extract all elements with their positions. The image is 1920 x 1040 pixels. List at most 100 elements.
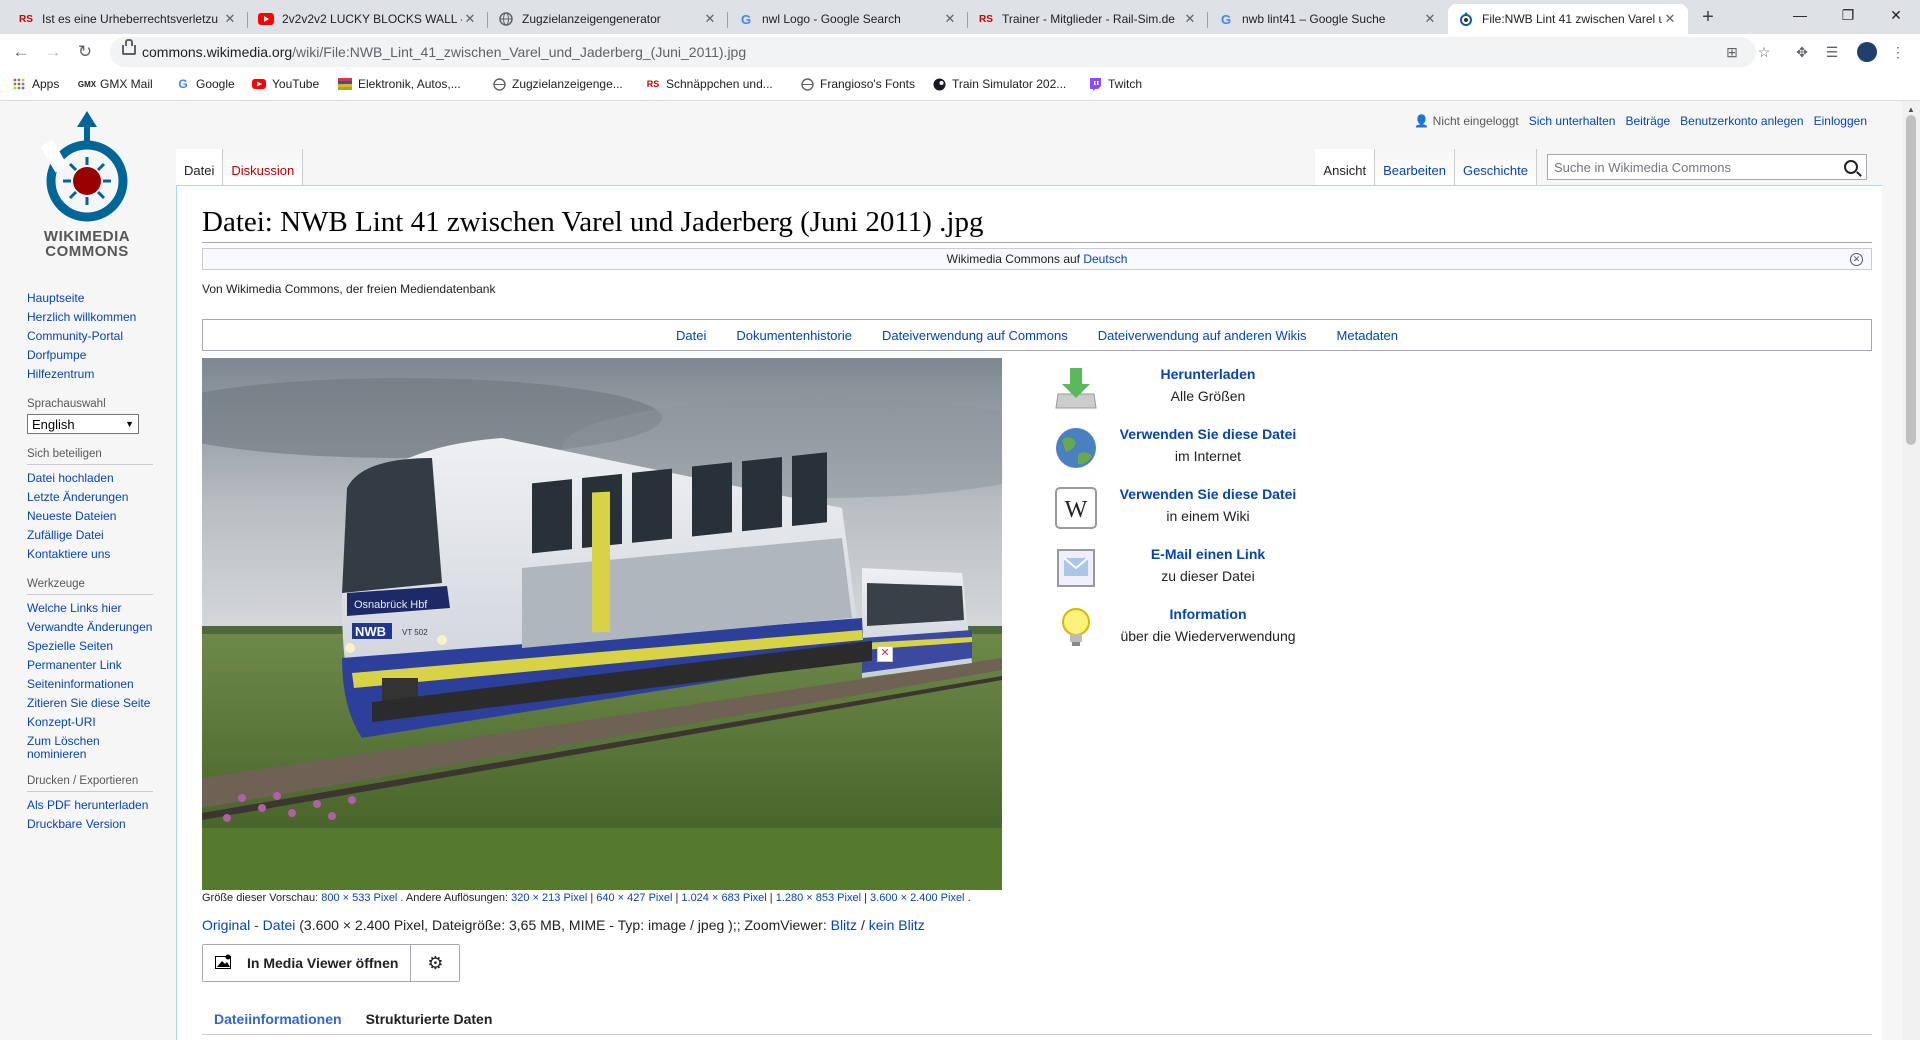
scroll-up-arrow-icon[interactable]: ▲ xyxy=(1907,105,1915,114)
sidebar-item-permanent-link[interactable]: Permanenter Link xyxy=(27,656,157,675)
close-tab-icon[interactable]: ✕ xyxy=(1182,11,1198,27)
file-preview-image[interactable]: Osnabrück Hbf NWB VT 502 xyxy=(202,358,1002,890)
sidebar-item-random-file[interactable]: Zufällige Datei xyxy=(27,526,157,545)
close-tab-icon[interactable]: ✕ xyxy=(1422,11,1438,27)
bookmark-apps[interactable]: Apps xyxy=(12,77,59,91)
sidebar-item-willkommen[interactable]: Herzlich willkommen xyxy=(27,308,157,327)
forward-arrow-icon[interactable]: → xyxy=(41,40,65,64)
toc-usage-commons[interactable]: Dateiverwendung auf Commons xyxy=(882,328,1068,343)
browser-tab[interactable]: G nwl Logo - Google Search ✕ xyxy=(728,4,968,34)
tab-discussion[interactable]: Diskussion xyxy=(223,149,304,185)
language-select[interactable]: English ▼ xyxy=(27,414,139,434)
profile-avatar[interactable] xyxy=(1857,42,1877,62)
search-icon[interactable] xyxy=(1844,160,1858,174)
wikimedia-commons-logo[interactable]: WIKIMEDIA COMMONS xyxy=(27,107,157,267)
browser-tab[interactable]: RS Ist es eine Urheberrechtsverletzu ✕ xyxy=(8,4,248,34)
sidebar-item-whatlinkshere[interactable]: Welche Links hier xyxy=(27,599,157,618)
bookmark-train-simulator[interactable]: Train Simulator 202... xyxy=(932,77,1066,91)
create-account-link[interactable]: Benutzerkonto anlegen xyxy=(1680,114,1803,128)
resolution-link-1024[interactable]: 1.024 × 683 Pixel xyxy=(681,892,766,904)
talk-link[interactable]: Sich unterhalten xyxy=(1529,114,1616,128)
action-use-web[interactable]: Verwenden Sie diese Datei im Internet xyxy=(1052,418,1332,478)
tab-edit[interactable]: Bearbeiten xyxy=(1375,149,1455,185)
bookmark-youtube[interactable]: YouTube xyxy=(252,77,319,91)
close-tab-icon[interactable]: ✕ xyxy=(1662,11,1678,27)
reload-icon[interactable]: ↻ xyxy=(73,40,97,64)
action-reuse-info[interactable]: Information über die Wiederverwendung xyxy=(1052,598,1332,658)
sidebar-item-hauptseite[interactable]: Hauptseite xyxy=(27,289,157,308)
sidebar-item-community-portal[interactable]: Community-Portal xyxy=(27,327,157,346)
toc-usage-other[interactable]: Dateiverwendung auf anderen Wikis xyxy=(1098,328,1307,343)
login-link[interactable]: Einloggen xyxy=(1814,114,1867,128)
extensions-puzzle-icon[interactable]: ✥ xyxy=(1792,42,1812,62)
open-media-viewer-button[interactable]: In Media Viewer öffnen xyxy=(203,945,412,981)
sidebar-item-concept-uri[interactable]: Konzept-URI xyxy=(27,713,157,732)
toc-file[interactable]: Datei xyxy=(676,328,706,343)
tab-structured-data[interactable]: Strukturierte Daten xyxy=(354,1004,505,1034)
tab-view[interactable]: Ansicht xyxy=(1315,149,1376,185)
contributions-link[interactable]: Beiträge xyxy=(1625,114,1670,128)
minimize-icon[interactable]: — xyxy=(1776,0,1824,30)
resolution-link-320[interactable]: 320 × 213 Pixel xyxy=(511,892,587,904)
page-scrollbar[interactable]: ▲ xyxy=(1902,101,1920,1040)
close-window-icon[interactable]: ✕ xyxy=(1872,0,1920,30)
bookmark-google[interactable]: G Google xyxy=(176,77,234,91)
bookmark-gmx[interactable]: GMX GMX Mail xyxy=(78,77,153,91)
browser-tab-active[interactable]: File:NWB Lint 41 zwischen Varel u ✕ xyxy=(1448,4,1688,34)
close-icon[interactable]: ✕ xyxy=(1850,253,1863,266)
browser-tab[interactable]: G nwb lint41 – Google Suche ✕ xyxy=(1208,4,1448,34)
sidebar-item-dorfpumpe[interactable]: Dorfpumpe xyxy=(27,346,157,365)
action-email-link[interactable]: E-Mail einen Link zu dieser Datei xyxy=(1052,538,1332,598)
sidebar-item-special-pages[interactable]: Spezielle Seiten xyxy=(27,637,157,656)
bookmark-ebay[interactable]: Elektronik, Autos,... xyxy=(338,77,461,91)
toc-metadata[interactable]: Metadaten xyxy=(1337,328,1398,343)
original-file-link[interactable]: Original - Datei xyxy=(202,917,295,933)
sidebar-item-cite[interactable]: Zitieren Sie diese Seite xyxy=(27,694,157,713)
banner-language-link[interactable]: Deutsch xyxy=(1083,252,1127,266)
toc-history[interactable]: Dokumentenhistorie xyxy=(736,328,852,343)
zoom-no-blitz-link[interactable]: kein Blitz xyxy=(869,917,925,933)
close-tab-icon[interactable]: ✕ xyxy=(702,11,718,27)
sidebar-item-nominate-deletion[interactable]: Zum Löschen nominieren xyxy=(27,735,107,761)
zoom-blitz-link[interactable]: Blitz xyxy=(831,917,857,933)
reading-list-icon[interactable]: ☰ xyxy=(1822,42,1842,62)
sidebar-item-recent-changes[interactable]: Letzte Änderungen xyxy=(27,488,157,507)
sidebar-item-hilfezentrum[interactable]: Hilfezentrum xyxy=(27,365,157,384)
action-download[interactable]: Herunterladen Alle Größen xyxy=(1052,358,1332,418)
close-tab-icon[interactable]: ✕ xyxy=(462,11,478,27)
tab-history[interactable]: Geschichte xyxy=(1454,149,1537,185)
bookmark-frangioso[interactable]: Frangioso's Fonts xyxy=(800,77,915,91)
preview-size-link[interactable]: 800 × 533 Pixel xyxy=(321,892,397,904)
browser-tab[interactable]: 2v2v2v2 LUCKY BLOCKS WALL - I ✕ xyxy=(248,4,488,34)
resolution-link-1280[interactable]: 1.280 × 853 Pixel xyxy=(776,892,861,904)
address-bar[interactable]: commons.wikimedia.org/wiki/File:NWB_Lint… xyxy=(110,37,1756,67)
scroll-thumb[interactable] xyxy=(1906,115,1916,445)
translate-icon[interactable]: ⊞ xyxy=(1722,42,1742,62)
resolution-link-640[interactable]: 640 × 427 Pixel xyxy=(596,892,672,904)
gear-icon[interactable]: ⚙ xyxy=(411,945,460,981)
sidebar-item-page-info[interactable]: Seiteninformationen xyxy=(27,675,157,694)
close-tab-icon[interactable]: ✕ xyxy=(942,11,958,27)
resolution-link-3600[interactable]: 3.600 × 2.400 Pixel xyxy=(870,892,965,904)
browser-tab[interactable]: Zugzielanzeigengenerator ✕ xyxy=(488,4,728,34)
bookmark-zugziel[interactable]: Zugzielanzeigenge... xyxy=(492,77,623,91)
bookmark-twitch[interactable]: Twitch xyxy=(1088,77,1142,91)
menu-kebab-icon[interactable]: ⋮ xyxy=(1888,42,1908,62)
tab-file-info[interactable]: Dateiinformationen xyxy=(202,1004,354,1040)
bookmark-star-icon[interactable]: ☆ xyxy=(1754,42,1774,62)
close-tab-icon[interactable]: ✕ xyxy=(222,11,238,27)
sidebar-item-contact[interactable]: Kontaktiere uns xyxy=(27,545,157,564)
bookmark-schnaeppchen[interactable]: RS Schnäppchen und... xyxy=(646,77,773,91)
sidebar-item-related-changes[interactable]: Verwandte Änderungen xyxy=(27,618,157,637)
sidebar-item-upload[interactable]: Datei hochladen xyxy=(27,469,157,488)
new-tab-icon[interactable]: + xyxy=(1694,6,1722,30)
action-use-wiki[interactable]: W Verwenden Sie diese Datei in einem Wik… xyxy=(1052,478,1332,538)
browser-tab[interactable]: RS Trainer - Mitglieder - Rail-Sim.de ✕ xyxy=(968,4,1208,34)
sidebar-item-new-files[interactable]: Neueste Dateien xyxy=(27,507,157,526)
tab-file[interactable]: Datei xyxy=(176,149,224,185)
back-arrow-icon[interactable]: ← xyxy=(9,40,33,64)
sidebar-item-pdf[interactable]: Als PDF herunterladen xyxy=(27,796,157,815)
search-input[interactable]: Suche in Wikimedia Commons xyxy=(1547,154,1867,180)
restore-icon[interactable]: ❐ xyxy=(1824,0,1872,30)
sidebar-item-printable[interactable]: Druckbare Version xyxy=(27,815,157,834)
